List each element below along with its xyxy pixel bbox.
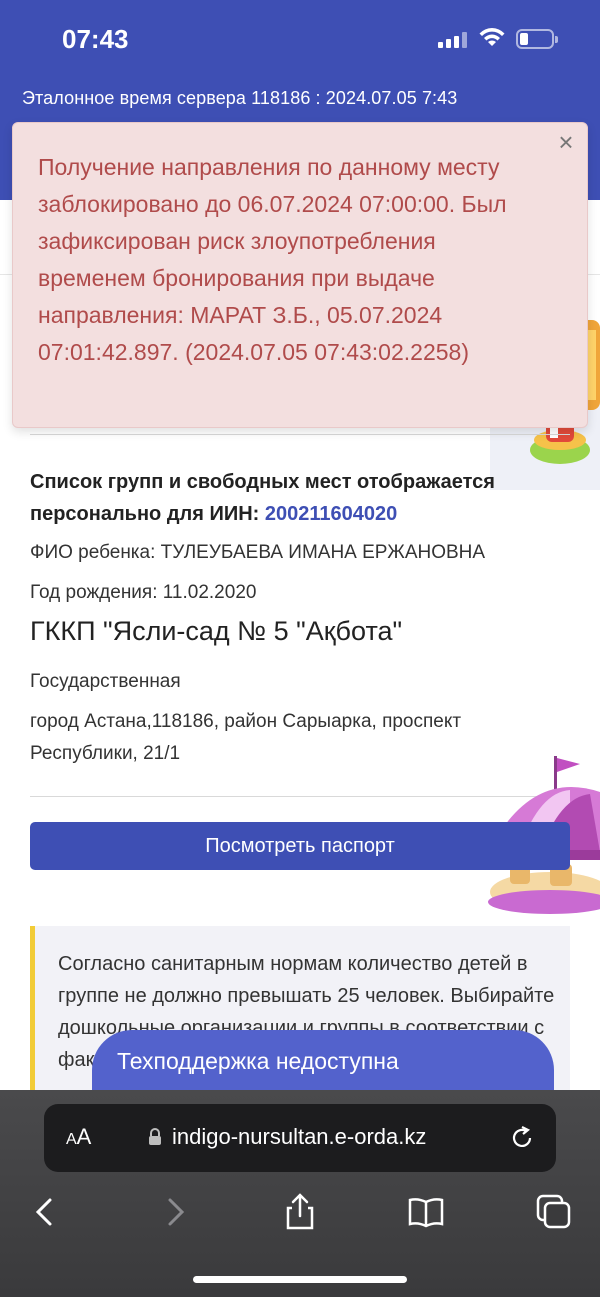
close-icon[interactable]: × <box>553 127 579 157</box>
view-passport-button[interactable]: Посмотреть паспорт <box>30 822 570 870</box>
organization-name: ГККП "Ясли-сад № 5 "Ақбота" <box>30 616 403 646</box>
reload-icon[interactable] <box>508 1124 536 1152</box>
cellular-signal-icon <box>438 32 467 48</box>
birth-year: Год рождения: 11.02.2020 <box>30 582 257 603</box>
lock-icon <box>149 1128 161 1145</box>
back-icon[interactable] <box>26 1192 66 1232</box>
child-name: ФИО ребенка: ТУЛЕУБАЕВА ИМАНА ЕРЖАНОВНА <box>30 542 486 563</box>
organization-type: Государственная <box>30 671 181 692</box>
headline-text: Список групп и свободных мест отображает… <box>30 471 495 525</box>
wifi-icon <box>479 28 505 46</box>
address-bar[interactable]: AA indigo-nursultan.e-orda.kz <box>44 1104 556 1172</box>
block-alert: × Получение направления по данному месту… <box>12 122 588 428</box>
status-bar: 07:43 <box>0 0 600 80</box>
url-text: indigo-nursultan.e-orda.kz <box>172 1124 427 1149</box>
server-time: Эталонное время сервера 118186 : 2024.07… <box>22 88 458 108</box>
divider <box>30 434 570 435</box>
support-label: Техподдержка недоступна <box>117 1048 399 1074</box>
browser-toolbar: AA indigo-nursultan.e-orda.kz <box>0 1090 600 1297</box>
alert-message: Получение направления по данному месту з… <box>38 154 507 365</box>
battery-icon <box>516 29 558 49</box>
reader-settings-button[interactable]: AA <box>66 1124 91 1150</box>
forward-icon[interactable] <box>156 1192 196 1232</box>
tabs-icon[interactable] <box>534 1192 574 1232</box>
group-info: Список групп и свободных мест отображает… <box>30 466 570 764</box>
home-indicator <box>193 1276 407 1283</box>
share-icon[interactable] <box>280 1192 320 1232</box>
bookmarks-icon[interactable] <box>406 1192 446 1232</box>
personal-list-headline: Список групп и свободных мест отображает… <box>30 466 570 530</box>
iin-value: 200211604020 <box>264 503 398 525</box>
status-time: 07:43 <box>62 24 129 54</box>
